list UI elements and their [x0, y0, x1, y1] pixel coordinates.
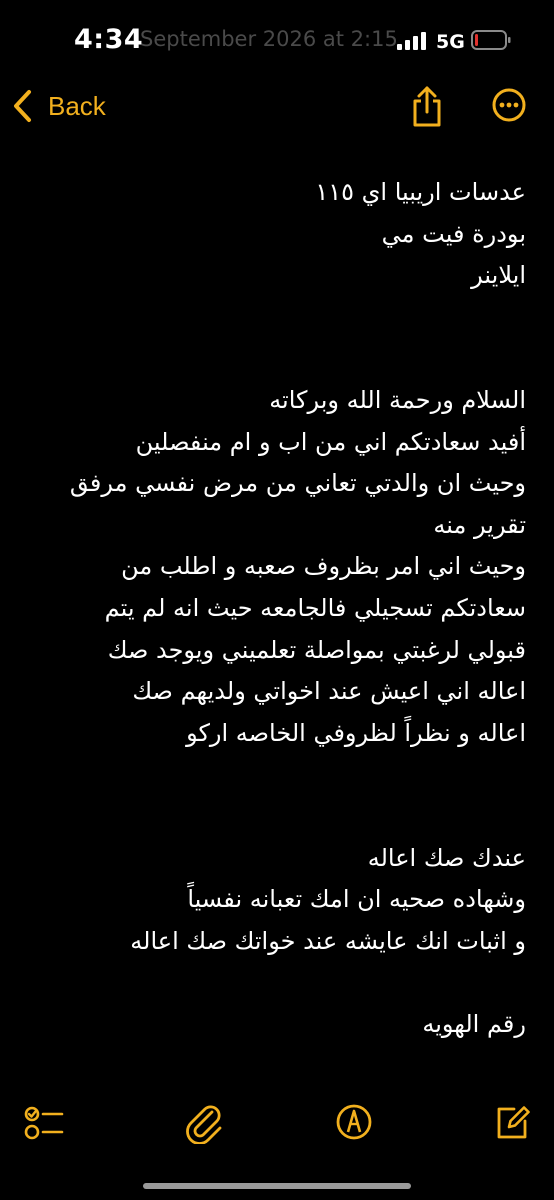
note-line	[30, 796, 526, 838]
note-line	[30, 297, 526, 339]
home-indicator	[143, 1183, 411, 1189]
note-line: وحيث اني امر بظروف صعبه و اطلب من	[121, 552, 526, 581]
status-time: 4:34	[74, 24, 144, 55]
checklist-button[interactable]	[22, 1100, 66, 1144]
share-icon	[413, 86, 441, 127]
note-line: سعادتكم تسجيلي فالجامعه حيث انه لم يتم	[104, 593, 526, 622]
more-button[interactable]	[492, 88, 526, 122]
status-ghost-text: September 2026 at 2:15	[140, 27, 398, 51]
signal-bars-icon	[397, 32, 426, 50]
bottom-toolbar	[0, 1100, 554, 1160]
nav-bar: Back	[0, 80, 554, 140]
note-line: السلام ورحمة الله وبركاته	[269, 385, 526, 414]
note-line: وحيث ان والدتي تعاني من مرض نفسي مرفق	[69, 469, 526, 498]
note-line: وشهاده صحيه ان امك تعبانه نفسياً	[187, 885, 526, 914]
note-body[interactable]: عدسات اريبيا اي ١١٥ بودرة فيت مي ايلاينر…	[30, 172, 526, 1045]
note-line: اعاله و نظراً لظروفي الخاصه اركو	[186, 718, 526, 747]
note-line: بودرة فيت مي	[381, 219, 526, 248]
note-line	[30, 338, 526, 380]
checklist-icon	[24, 1106, 64, 1140]
more-ellipsis-icon	[492, 88, 526, 122]
note-line	[30, 754, 526, 796]
note-line: اعاله اني اعيش عند اخواتي ولديهم صك	[132, 677, 526, 706]
note-line	[30, 962, 526, 1004]
paperclip-icon	[186, 1105, 222, 1144]
note-line: تقرير منه	[433, 510, 526, 539]
markup-pen-icon	[336, 1104, 372, 1140]
note-line: عدسات اريبيا اي ١١٥	[315, 178, 526, 206]
back-label: Back	[48, 90, 106, 121]
note-line: ايلاينر	[471, 261, 526, 290]
markup-button[interactable]	[332, 1100, 376, 1144]
attach-button[interactable]	[182, 1100, 226, 1144]
compose-icon	[497, 1106, 530, 1139]
note-line: و اثبات انك عايشه عند خواتك صك اعاله	[130, 926, 526, 955]
back-button[interactable]: Back	[12, 86, 106, 126]
network-type: 5G	[436, 31, 465, 53]
share-button[interactable]	[410, 84, 444, 128]
battery-low-icon	[471, 30, 511, 50]
compose-button[interactable]	[490, 1100, 534, 1144]
chevron-left-icon	[14, 90, 31, 122]
note-line: رقم الهويه	[422, 1009, 526, 1038]
note-line: أفيد سعادتكم اني من اب و ام منفصلين	[135, 427, 526, 456]
note-line: قبولي لرغبتي بمواصلة تعلميني ويوجد صك	[107, 635, 526, 664]
note-line: عندك صك اعاله	[367, 843, 526, 872]
status-bar: 4:34 September 2026 at 2:15 5G	[0, 0, 554, 80]
